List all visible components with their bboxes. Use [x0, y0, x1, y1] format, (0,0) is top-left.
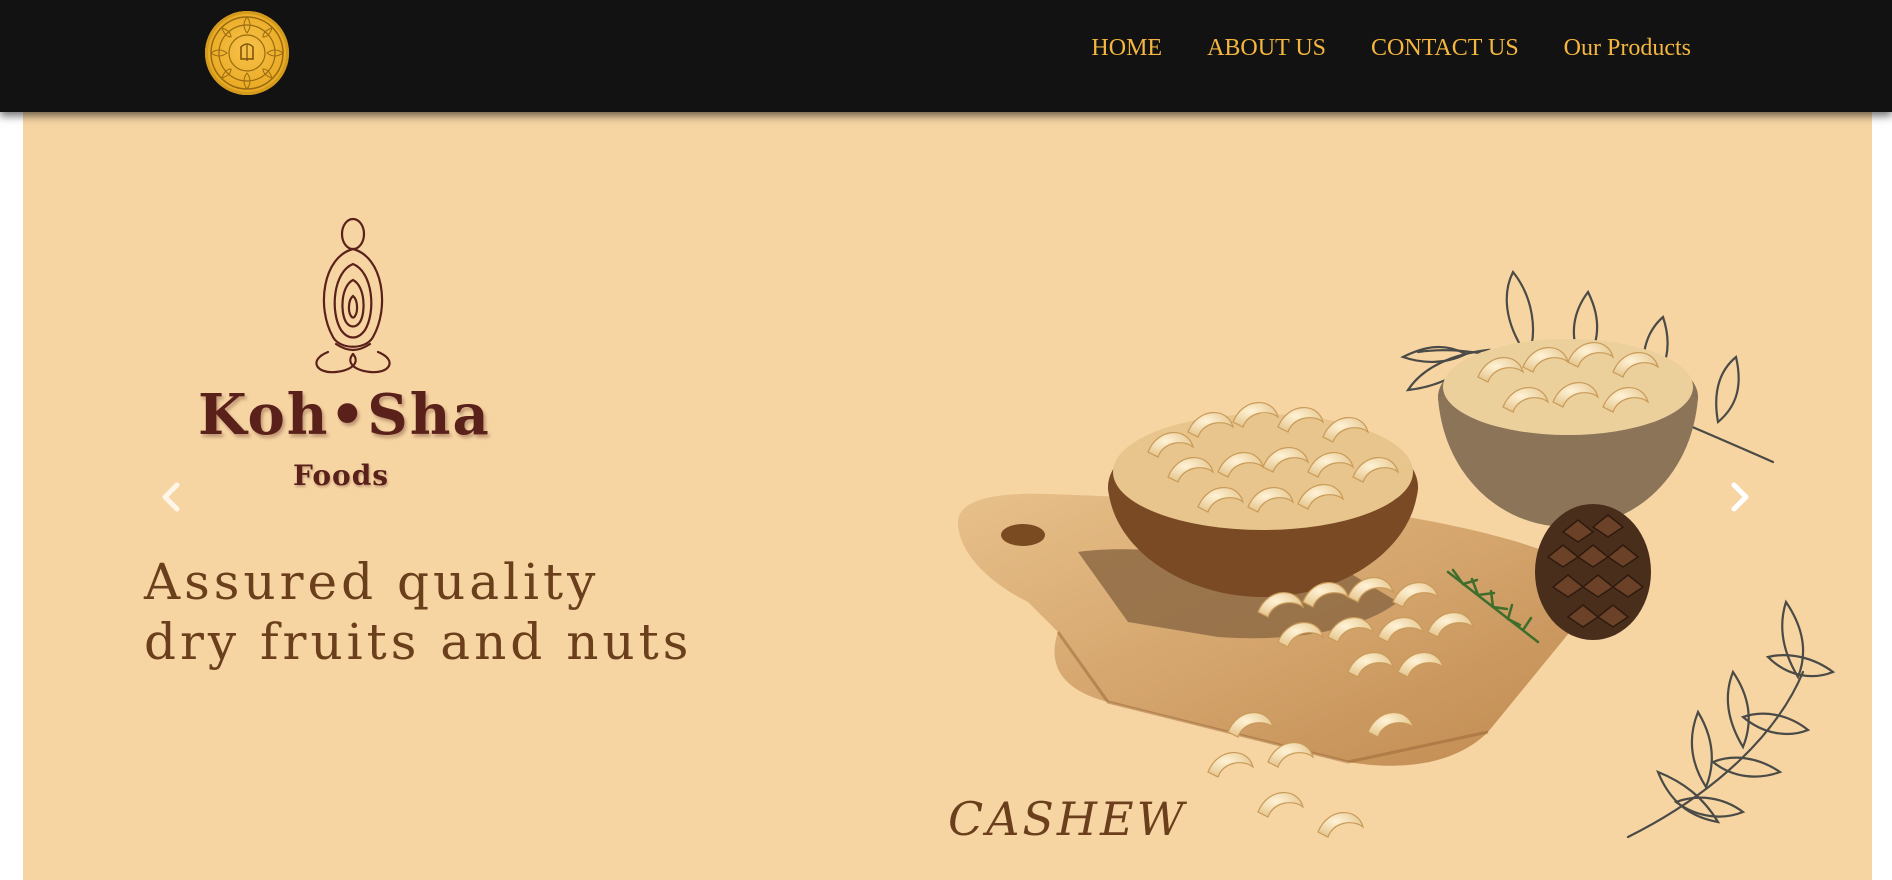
nav-our-products[interactable]: Our Products: [1564, 30, 1691, 66]
nav-about-us[interactable]: ABOUT US: [1207, 30, 1326, 66]
cashew-product-image: [928, 132, 1868, 880]
nav-contact-us[interactable]: CONTACT US: [1371, 30, 1519, 66]
kohsha-figure-logo-icon: [298, 212, 408, 386]
tagline-line-2: dry fruits and nuts: [144, 613, 693, 671]
brand-subtitle: Foods: [293, 459, 390, 492]
hero-carousel: Koh•Sha Foods Assured quality dry fruits…: [23, 112, 1872, 880]
mandala-logo-icon[interactable]: [205, 11, 289, 95]
carousel-prev-button[interactable]: [151, 477, 191, 517]
chevron-left-icon: [162, 482, 180, 512]
brand-name: Koh•Sha: [198, 382, 491, 448]
navbar: HOME ABOUT US CONTACT US Our Products: [0, 0, 1892, 112]
nav-home[interactable]: HOME: [1091, 30, 1162, 66]
tagline-line-1: Assured quality: [144, 553, 600, 611]
product-label: CASHEW: [948, 792, 1187, 846]
main-nav: HOME ABOUT US CONTACT US Our Products: [1091, 30, 1691, 66]
hero-tagline: Assured quality dry fruits and nuts: [144, 552, 692, 672]
